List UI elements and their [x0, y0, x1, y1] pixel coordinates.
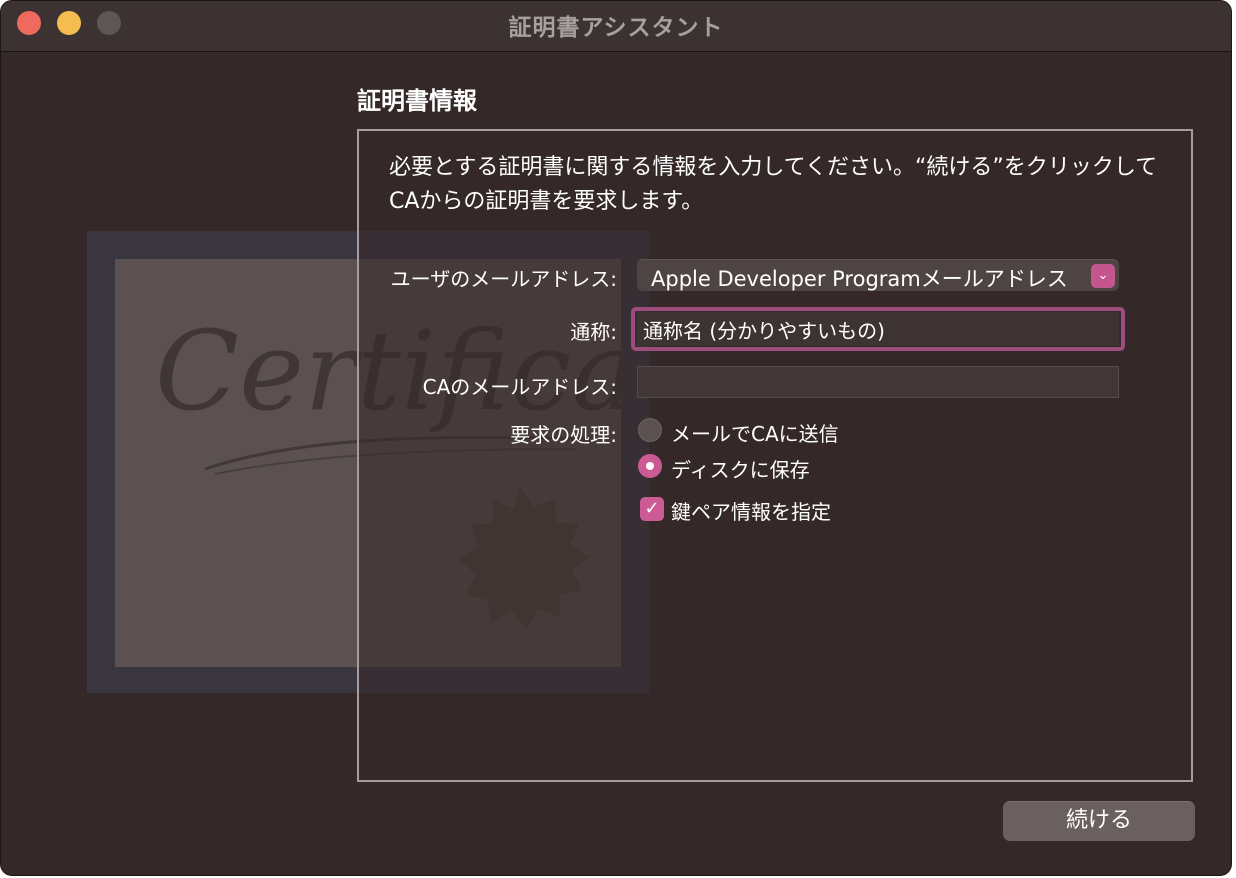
- ca-email-field[interactable]: [637, 366, 1119, 398]
- radio-save-disk[interactable]: [638, 454, 662, 478]
- section-title: 証明書情報: [357, 87, 477, 115]
- chevron-down-icon[interactable]: ⌄: [1091, 264, 1115, 288]
- key-pair-checkbox[interactable]: ✓: [640, 497, 664, 521]
- request-label: 要求の処理:: [510, 423, 617, 447]
- key-pair-label[interactable]: 鍵ペア情報を指定: [671, 496, 831, 525]
- common-name-field[interactable]: 通称名 (分かりやすいもの): [637, 312, 1119, 346]
- certificate-assistant-window: 証明書アシスタント 証明書情報 Certificate 必要とする証明書に関する…: [0, 0, 1232, 876]
- common-name-value: 通称名 (分かりやすいもの): [643, 319, 885, 343]
- title-bar: 証明書アシスタント: [1, 1, 1231, 52]
- user-email-label: ユーザのメールアドレス:: [390, 267, 617, 291]
- option-save-disk-label[interactable]: ディスクに保存: [671, 454, 810, 483]
- checkmark-icon: ✓: [644, 498, 660, 519]
- user-email-popup[interactable]: Apple Developer Programメールアドレス ⌄: [637, 259, 1119, 291]
- continue-button[interactable]: 続ける: [1003, 801, 1195, 841]
- user-email-value: Apple Developer Programメールアドレス: [651, 267, 1068, 291]
- radio-email-ca[interactable]: [638, 418, 662, 442]
- instructions-text: 必要とする証明書に関する情報を入力してください。“続ける”をクリックしてCAから…: [389, 155, 1158, 214]
- option-email-ca-label[interactable]: メールでCAに送信: [671, 418, 839, 447]
- ca-email-label: CAのメールアドレス:: [422, 375, 617, 399]
- window-title: 証明書アシスタント: [508, 15, 724, 41]
- common-name-label: 通称:: [570, 320, 617, 344]
